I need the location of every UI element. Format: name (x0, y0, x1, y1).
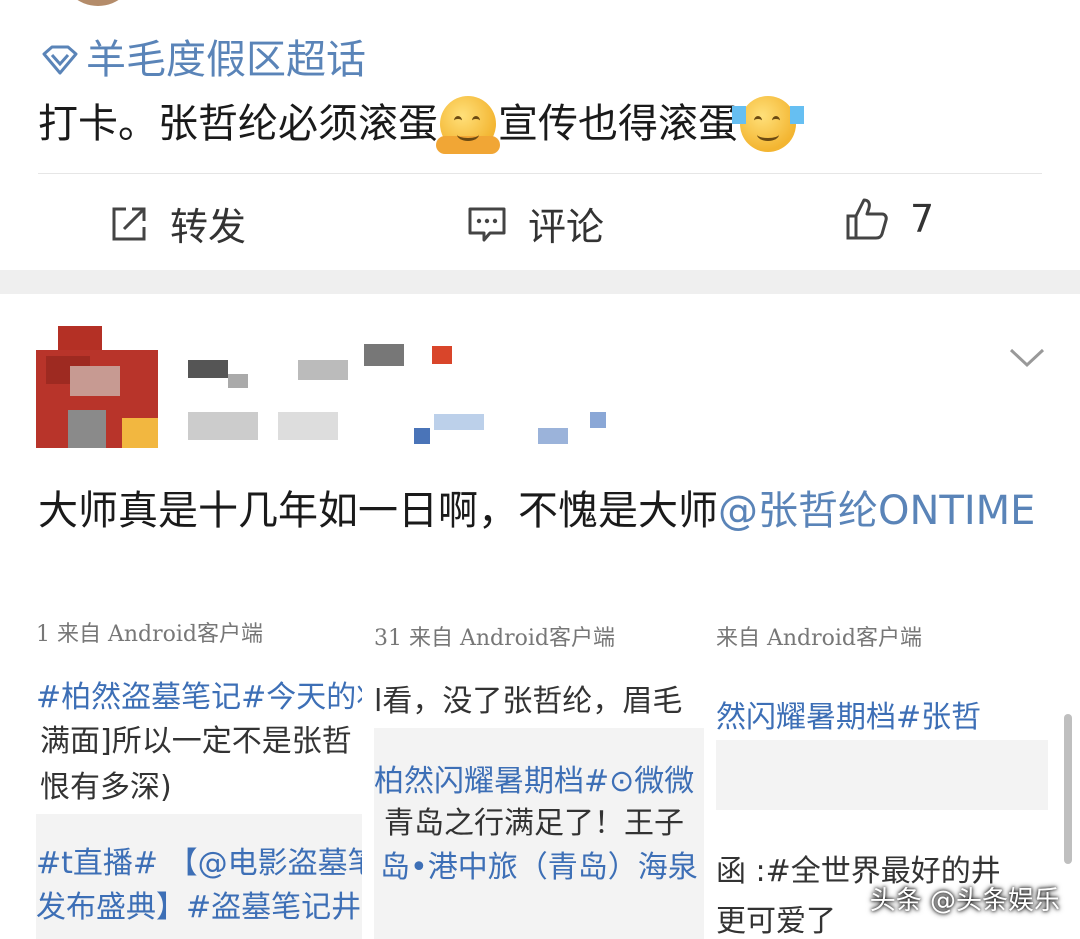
comment-button[interactable]: 评论 (466, 196, 604, 251)
post-text: 大师真是十几年如一日啊，不愧是大师 (38, 488, 718, 534)
post-body: 大师真是十几年如一日啊，不愧是大师@张哲纶ONTIME (38, 480, 1048, 542)
like-count: 7 (910, 197, 935, 241)
text-line: 恨有多深) (40, 770, 172, 805)
comment-label: 评论 (528, 205, 605, 249)
text-line: 更可爱了 (716, 904, 836, 939)
feed-separator (0, 270, 1080, 294)
laugh-cry-emoji-icon (732, 96, 804, 152)
text-line: 柏然闪耀暑期档#⊙微微 (374, 764, 695, 799)
chevron-down-icon[interactable] (1008, 346, 1046, 374)
source-label: 来自 Android客户端 (716, 626, 923, 651)
attached-screenshot-2[interactable]: 31 来自 Android客户端 l看，没了张哲纶，眉毛 柏然闪耀暑期档#⊙微微… (374, 600, 704, 939)
previous-post-avatar[interactable] (60, 0, 136, 6)
repost-icon (112, 207, 146, 240)
attached-screenshot-1[interactable]: 1 来自 Android客户端 #柏然盗墓笔记#今天的妆 满面]所以一定不是张哲… (36, 600, 362, 939)
like-button[interactable]: 7 (844, 196, 934, 242)
thumbs-up-icon (846, 198, 888, 240)
comment-icon (468, 207, 506, 241)
source-label: 1 来自 Android客户端 (36, 622, 264, 647)
post-meta-blurred (188, 408, 608, 448)
watermark: 头条 @头条娱乐 (869, 886, 1060, 916)
text-line: 青岛之行满足了！王子 (384, 806, 684, 841)
repost-button[interactable]: 转发 (108, 196, 246, 251)
text-line: 然闪耀暑期档#张哲 (716, 700, 982, 735)
text-line: #柏然盗墓笔记#今天的妆 (36, 680, 362, 715)
mention-link[interactable]: @张哲纶ONTIME (718, 488, 1035, 534)
post-text-part2: 宣传也得滚蛋 (498, 101, 738, 147)
avatar[interactable] (36, 326, 158, 448)
text-line: 发布盛典】#盗墓笔记井柏 (36, 890, 362, 925)
divider (38, 173, 1042, 174)
scrollbar[interactable] (1064, 714, 1072, 864)
hug-emoji-icon (436, 96, 500, 154)
text-line: 岛•港中旅（青岛）海泉 (380, 850, 698, 885)
super-topic-label: 羊毛度假区超话 (86, 37, 366, 83)
repost-label: 转发 (170, 205, 247, 249)
source-label: 31 来自 Android客户端 (374, 626, 616, 651)
super-topic-link[interactable]: 羊毛度假区超话 (40, 34, 366, 86)
post-body: 打卡。张哲纶必须滚蛋 宣传也得滚蛋 (38, 96, 804, 154)
text-line: 满面]所以一定不是张哲 (40, 724, 352, 759)
post-text-part1: 打卡。张哲纶必须滚蛋 (38, 101, 438, 147)
text-line: l看，没了张哲纶，眉毛 (374, 684, 683, 719)
text-line: #t直播# 【@电影盗墓笔记 (36, 846, 362, 881)
diamond-icon (42, 45, 78, 75)
username-blurred[interactable] (188, 344, 452, 392)
